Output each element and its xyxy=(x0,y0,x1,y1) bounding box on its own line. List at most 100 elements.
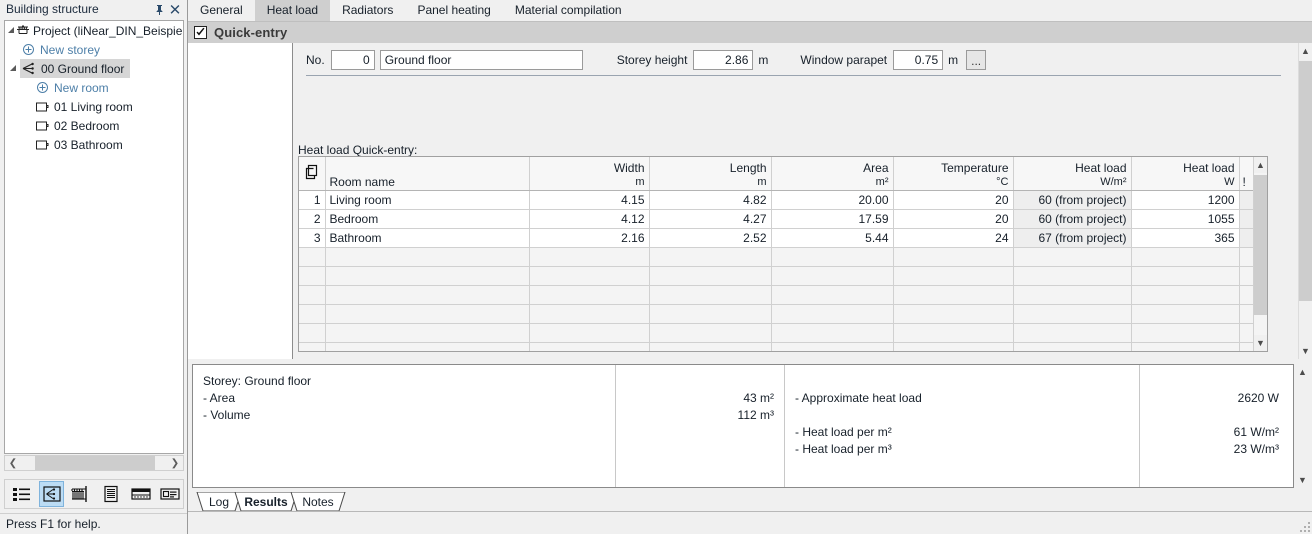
scroll-thumb[interactable] xyxy=(35,456,155,470)
tree-item-new-storey[interactable]: New storey xyxy=(5,40,183,59)
cell-room-name[interactable]: Bedroom xyxy=(325,209,530,229)
cell-heat-load-total[interactable]: 1200 xyxy=(1131,190,1240,210)
pin-icon[interactable] xyxy=(151,1,167,17)
content-vertical-scrollbar[interactable]: ▲ ▼ xyxy=(1298,43,1312,359)
bottom-tab-label: Results xyxy=(244,495,288,509)
tree-item-project[interactable]: Project (liNear_DIN_Beispiel, xyxy=(5,21,183,40)
heat-load-grid[interactable]: Room name Width m Length m Area m² Tempe… xyxy=(298,156,1268,352)
cell-length[interactable]: 2.52 xyxy=(649,228,772,248)
cell-room-name[interactable]: Bathroom xyxy=(325,228,530,248)
cell-temperature[interactable]: 20 xyxy=(893,190,1014,210)
tab-material-compilation[interactable]: Material compilation xyxy=(503,0,634,21)
table-row-empty[interactable] xyxy=(299,304,1256,324)
cell-width[interactable]: 2.16 xyxy=(529,228,650,248)
project-icon xyxy=(16,21,30,40)
results-spacer xyxy=(626,373,774,390)
table-row-empty[interactable] xyxy=(299,342,1256,351)
cell-heat-load-per-area[interactable]: 67 (from project) xyxy=(1013,228,1132,248)
card-view-icon[interactable] xyxy=(157,481,183,507)
resize-grip-icon[interactable] xyxy=(1299,521,1311,533)
table-row-empty[interactable] xyxy=(299,323,1256,343)
quick-entry-checkbox[interactable] xyxy=(194,26,207,39)
cell-length[interactable]: 4.82 xyxy=(649,190,772,210)
tree-item-label: Project (liNear_DIN_Beispiel, xyxy=(33,23,184,38)
scroll-track[interactable] xyxy=(21,456,167,470)
tab-general[interactable]: General xyxy=(188,0,255,21)
scroll-left-icon[interactable]: ❮ xyxy=(5,456,21,470)
copy-pages-icon[interactable] xyxy=(299,157,326,191)
table-row[interactable]: 3 Bathroom 2.16 2.52 5.44 24 67 (from pr… xyxy=(299,228,1256,248)
scroll-thumb[interactable] xyxy=(1254,175,1267,315)
building-structure-icon[interactable] xyxy=(38,481,65,507)
scroll-right-icon[interactable]: ❯ xyxy=(167,456,183,470)
expander-expanded-icon[interactable] xyxy=(7,21,16,40)
building-structure-tree[interactable]: Project (liNear_DIN_Beispiel, New storey… xyxy=(4,20,184,454)
table-row[interactable]: 1 Living room 4.15 4.82 20.00 20 60 (fro… xyxy=(299,190,1256,210)
list-view-icon[interactable] xyxy=(9,481,35,507)
close-icon[interactable] xyxy=(167,1,183,17)
tree-horizontal-scrollbar[interactable]: ❮ ❯ xyxy=(4,455,184,471)
cell-area[interactable]: 20.00 xyxy=(771,190,894,210)
radiator-icon[interactable] xyxy=(68,481,94,507)
results-approx-heat-load-value: 2620 W xyxy=(1237,391,1279,405)
storey-height-input[interactable] xyxy=(693,50,754,70)
cell-temperature[interactable]: 24 xyxy=(893,228,1014,248)
cell-area[interactable]: 5.44 xyxy=(771,228,894,248)
results-panel: Storey: Ground floor - Area - Volume 43 … xyxy=(192,364,1294,488)
room-icon xyxy=(33,135,51,154)
scroll-up-icon[interactable]: ▲ xyxy=(1254,157,1267,173)
col-temperature[interactable]: Temperature °C xyxy=(893,157,1014,191)
table-row-empty[interactable] xyxy=(299,247,1256,267)
window-parapet-input[interactable] xyxy=(893,50,944,70)
bottom-tab-results[interactable]: Results xyxy=(234,492,298,512)
cell-temperature[interactable]: 20 xyxy=(893,209,1014,229)
storey-height-unit: m xyxy=(758,53,769,67)
table-row-empty[interactable] xyxy=(299,266,1256,286)
cell-heat-load-per-area[interactable]: 60 (from project) xyxy=(1013,209,1132,229)
col-length[interactable]: Length m xyxy=(649,157,772,191)
scroll-down-icon[interactable]: ▼ xyxy=(1254,335,1267,351)
col-width[interactable]: Width m xyxy=(529,157,650,191)
tree-item-bedroom[interactable]: 02 Bedroom xyxy=(5,116,183,135)
cell-heat-load-per-area[interactable]: 60 (from project) xyxy=(1013,190,1132,210)
col-temperature-label: Temperature xyxy=(941,161,1009,175)
scroll-down-icon[interactable]: ▼ xyxy=(1299,343,1312,359)
cell-room-name[interactable]: Living room xyxy=(325,190,530,210)
cell-width[interactable]: 4.15 xyxy=(529,190,650,210)
cell-heat-load-total[interactable]: 365 xyxy=(1131,228,1240,248)
tab-heat-load[interactable]: Heat load xyxy=(254,0,331,21)
tab-radiators[interactable]: Radiators xyxy=(330,0,405,21)
cell-length[interactable]: 4.27 xyxy=(649,209,772,229)
cell-width[interactable]: 4.12 xyxy=(529,209,650,229)
col-length-unit: m xyxy=(757,176,767,188)
cell-area[interactable]: 17.59 xyxy=(771,209,894,229)
tree-item-living-room[interactable]: 01 Living room xyxy=(5,97,183,116)
grid-vertical-scrollbar[interactable]: ▲ ▼ xyxy=(1253,157,1267,351)
tree-item-new-room[interactable]: New room xyxy=(5,78,183,97)
storey-number-input[interactable] xyxy=(330,50,375,70)
table-row-empty[interactable] xyxy=(299,285,1256,305)
document-icon[interactable] xyxy=(98,481,124,507)
row-number: 2 xyxy=(299,209,326,229)
scroll-thumb[interactable] xyxy=(1299,61,1312,301)
col-area[interactable]: Area m² xyxy=(771,157,894,191)
storey-name-input[interactable] xyxy=(379,50,583,70)
scroll-down-icon[interactable]: ▼ xyxy=(1296,472,1309,488)
layers-icon[interactable] xyxy=(128,481,154,507)
col-room-name[interactable]: Room name xyxy=(325,157,530,191)
tree-item-ground-floor[interactable]: 00 Ground floor xyxy=(5,59,183,78)
expander-expanded-icon[interactable] xyxy=(7,59,20,78)
results-heat-load-per-m3-label: - Heat load per m³ xyxy=(795,442,892,456)
col-heat-load-total[interactable]: Heat load W xyxy=(1131,157,1240,191)
bottom-tab-notes[interactable]: Notes xyxy=(290,492,346,512)
tab-panel-heating[interactable]: Panel heating xyxy=(405,0,502,21)
results-vertical-scrollbar[interactable]: ▲ ▼ xyxy=(1296,364,1310,488)
quick-entry-header: Quick-entry xyxy=(188,22,1312,43)
scroll-up-icon[interactable]: ▲ xyxy=(1296,364,1309,380)
col-heat-load-per-area[interactable]: Heat load W/m² xyxy=(1013,157,1132,191)
more-options-button[interactable]: ... xyxy=(966,50,987,70)
tree-item-bathroom[interactable]: 03 Bathroom xyxy=(5,135,183,154)
cell-heat-load-total[interactable]: 1055 xyxy=(1131,209,1240,229)
scroll-up-icon[interactable]: ▲ xyxy=(1299,43,1312,59)
table-row[interactable]: 2 Bedroom 4.12 4.27 17.59 20 60 (from pr… xyxy=(299,209,1256,229)
